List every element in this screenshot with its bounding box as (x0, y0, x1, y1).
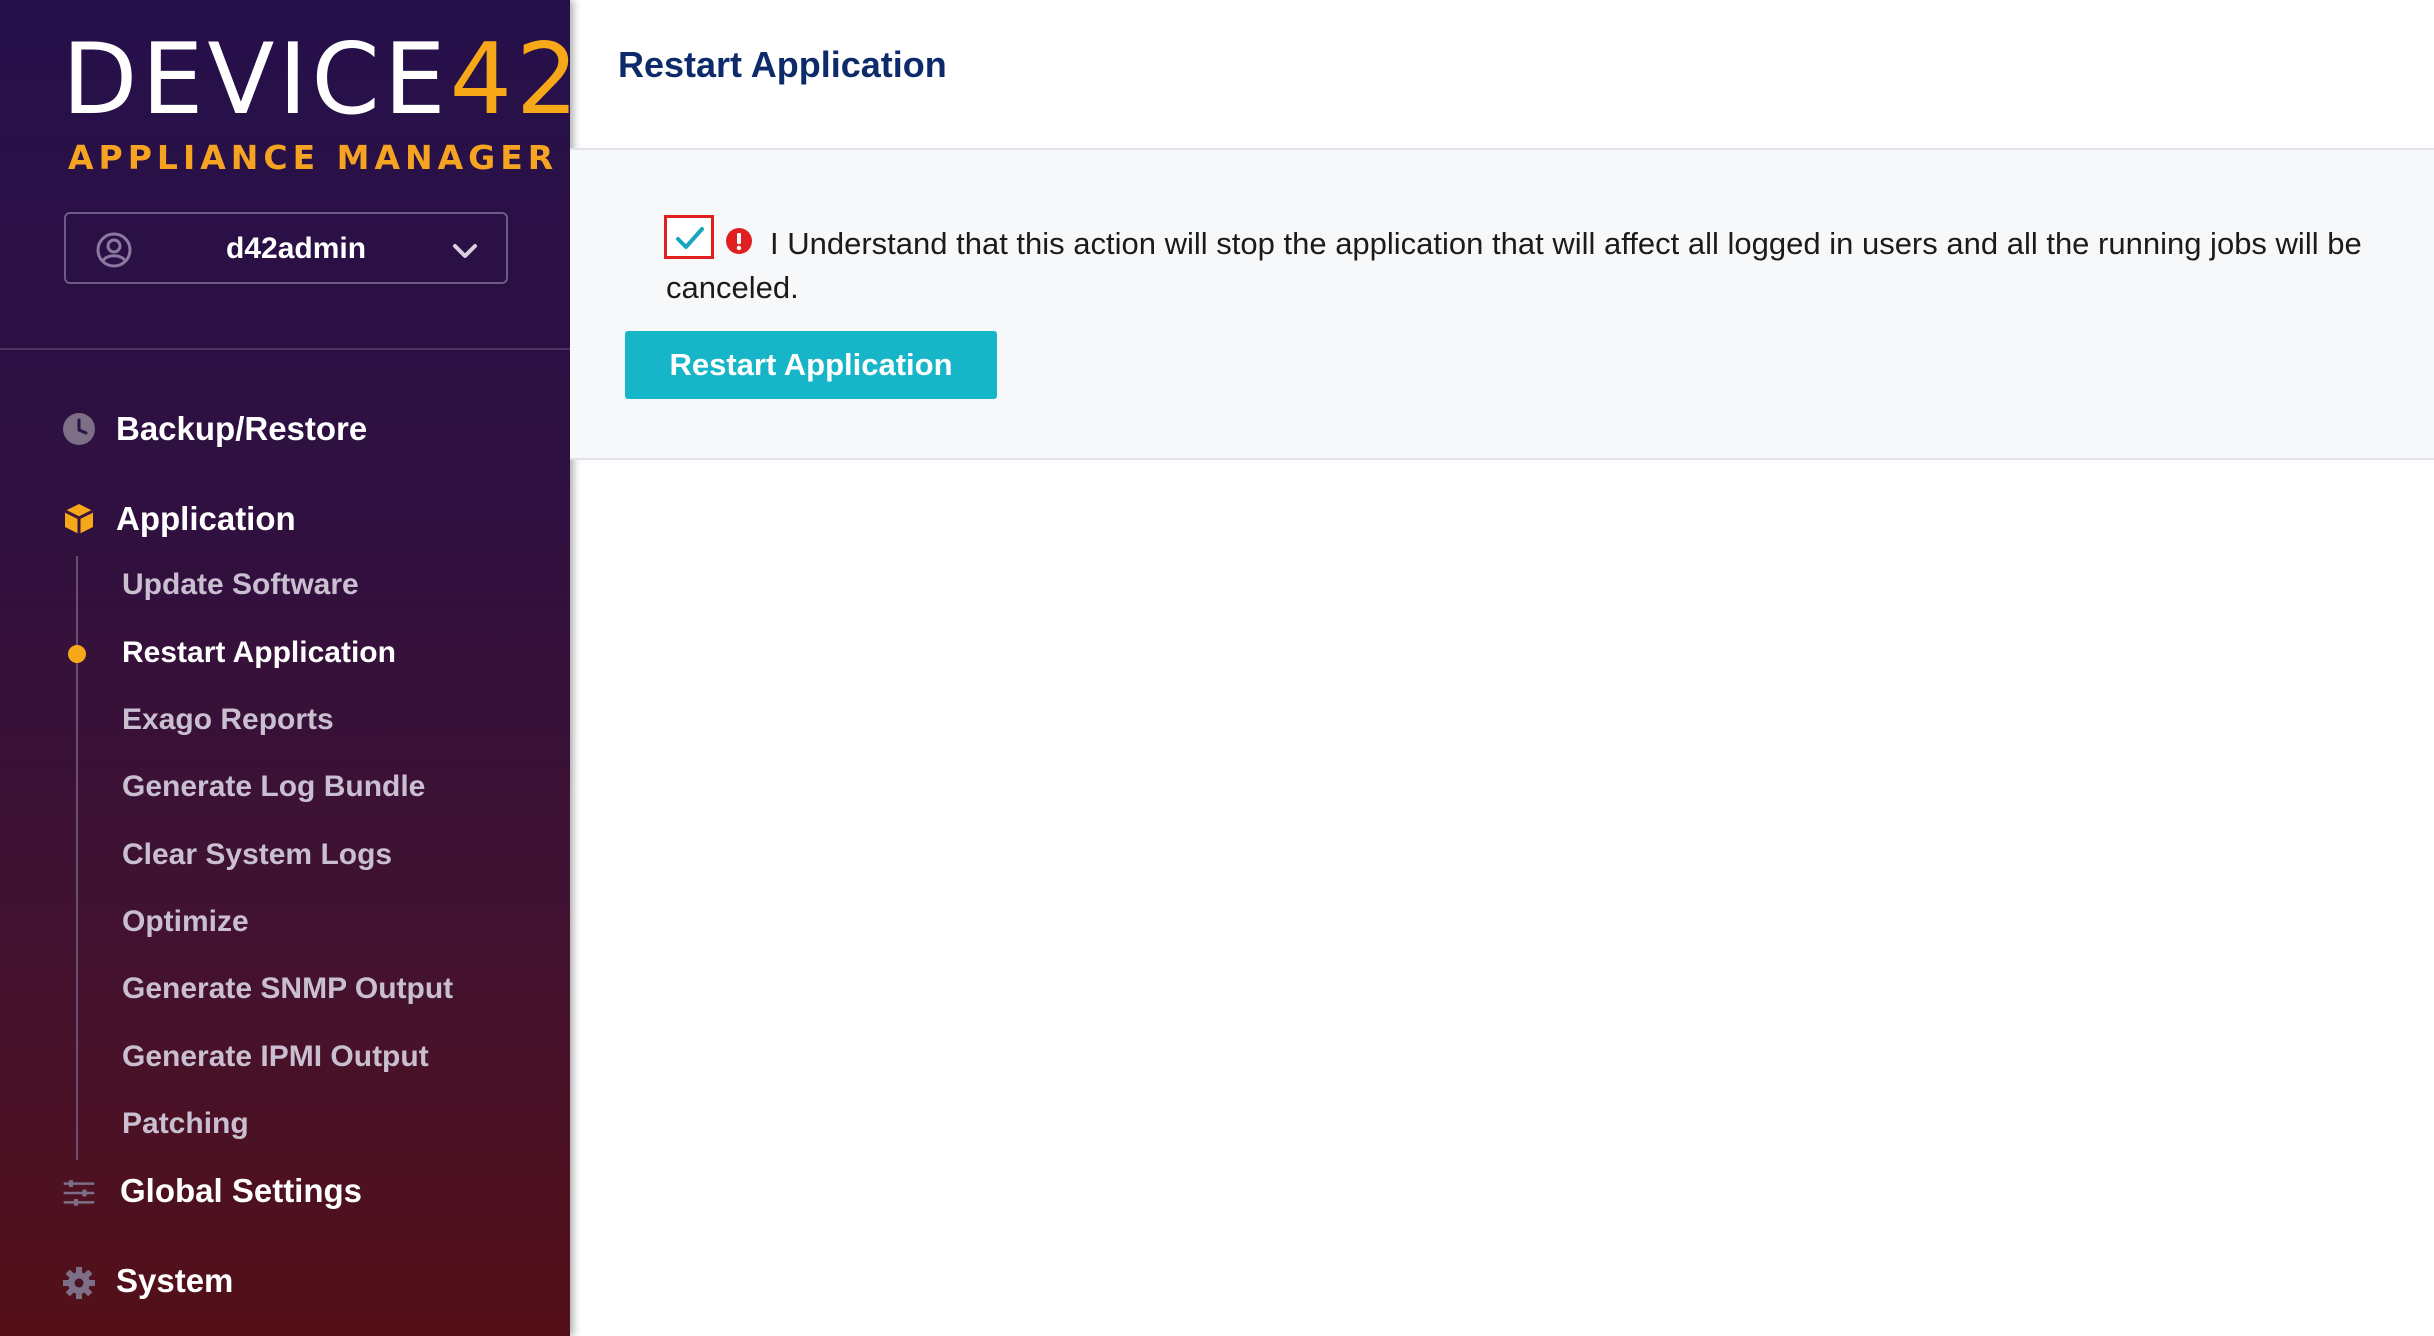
restart-application-button[interactable]: Restart Application (625, 331, 997, 399)
user-menu[interactable]: d42admin (64, 212, 508, 284)
nav-backup-restore[interactable]: Backup/Restore (116, 410, 367, 448)
confirm-text: I Understand that this action will stop … (666, 226, 2362, 305)
sidebar-item-update-software[interactable]: Update Software (122, 568, 359, 602)
checkmark-icon (676, 227, 704, 249)
sliders-icon (63, 1180, 95, 1206)
nav-global-settings[interactable]: Global Settings (120, 1172, 362, 1210)
sidebar-item-clear-system-logs[interactable]: Clear System Logs (122, 838, 392, 872)
nav-application[interactable]: Application (116, 500, 296, 538)
sidebar-item-generate-log-bundle[interactable]: Generate Log Bundle (122, 770, 425, 804)
chevron-down-icon (453, 244, 477, 258)
sidebar-item-optimize[interactable]: Optimize (122, 905, 249, 939)
sidebar: DEVICE42 APPLIANCE MANAGER d42admin Back… (0, 0, 578, 1336)
warning-icon (726, 228, 752, 254)
active-indicator (68, 645, 86, 663)
brand-subtitle: APPLIANCE MANAGER (68, 138, 559, 177)
brand-logo[interactable]: DEVICE42 (62, 30, 578, 130)
confirm-checkbox[interactable] (664, 215, 714, 259)
username: d42admin (226, 232, 367, 265)
page-title: Restart Application (618, 44, 947, 85)
sidebar-item-restart-application[interactable]: Restart Application (122, 636, 396, 670)
user-icon (96, 232, 132, 268)
nav-system[interactable]: System (116, 1262, 233, 1300)
sidebar-item-generate-snmp-output[interactable]: Generate SNMP Output (122, 972, 453, 1006)
sidebar-item-patching[interactable]: Patching (122, 1107, 249, 1141)
box-icon (64, 504, 94, 534)
sidebar-item-generate-ipmi-output[interactable]: Generate IPMI Output (122, 1040, 429, 1074)
clock-icon (63, 413, 95, 445)
sidebar-divider (0, 348, 570, 350)
sidebar-item-exago-reports[interactable]: Exago Reports (122, 703, 334, 737)
gear-icon (63, 1267, 95, 1299)
